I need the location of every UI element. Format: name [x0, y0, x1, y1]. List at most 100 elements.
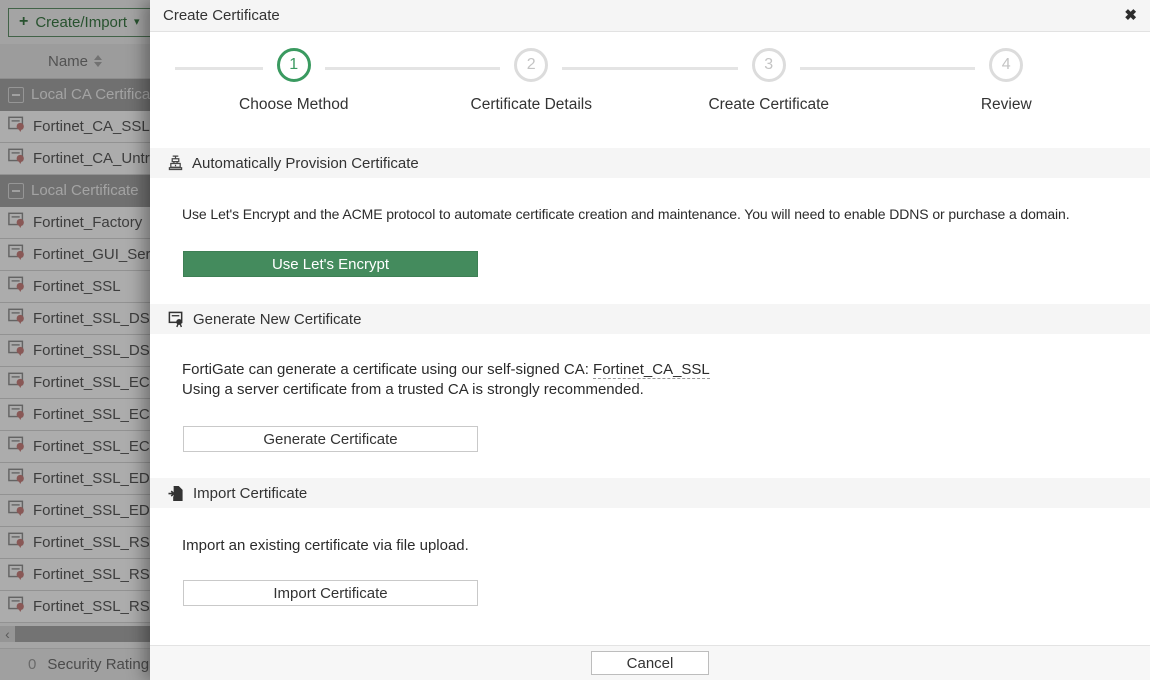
list-item-label: Fortinet_CA_Untrusted	[33, 150, 150, 167]
list-item[interactable]: Fortinet_CA_Untrusted	[0, 143, 150, 175]
list-item[interactable]: Fortinet_SSL_ECDSA256	[0, 367, 150, 399]
step-number: 3	[764, 56, 773, 74]
list-item-label: Local Certificate	[31, 182, 139, 199]
ca-name-link[interactable]: Fortinet_CA_SSL	[593, 361, 710, 379]
step-label: Create Certificate	[708, 96, 829, 114]
certificate-table-panel: + Create/Import ▾ Name Local CA Certific…	[0, 0, 150, 680]
import-section-header: Import Certificate	[150, 478, 1150, 508]
list-item-label: Fortinet_SSL_ECDSA384	[33, 406, 150, 423]
list-item[interactable]: Fortinet_SSL_ED448	[0, 463, 150, 495]
list-item-label: Fortinet_SSL_ED25519	[33, 502, 150, 519]
create-certificate-dialog: Create Certificate ✖ 1 Choose Method 2 C…	[150, 0, 1150, 680]
generate-description: FortiGate can generate a certificate usi…	[182, 360, 1136, 400]
sort-icon	[94, 55, 102, 67]
dialog-header: Create Certificate ✖	[150, 0, 1150, 32]
list-item-label: Fortinet_SSL_RSA1024	[33, 534, 150, 551]
step-circle: 1	[277, 48, 311, 82]
list-item[interactable]: Local CA Certificate	[0, 79, 150, 111]
list-item-label: Fortinet_SSL_ECDSA256	[33, 374, 150, 391]
list-item[interactable]: Fortinet_SSL_RSA1024	[0, 527, 150, 559]
import-heading: Import Certificate	[193, 485, 307, 502]
wizard-step: 3 Create Certificate	[650, 48, 888, 114]
import-certificate-button[interactable]: Import Certificate	[183, 580, 478, 606]
dialog-footer: Cancel	[150, 645, 1150, 680]
certificate-icon	[8, 404, 26, 425]
certificate-icon	[8, 596, 26, 617]
list-item-label: Fortinet_CA_SSL	[33, 118, 150, 135]
list-item[interactable]: Fortinet_SSL_ED25519	[0, 495, 150, 527]
list-item-label: Fortinet_Factory	[33, 214, 142, 231]
list-item[interactable]: Fortinet_GUI_Server	[0, 239, 150, 271]
wizard-stepper: 1 Choose Method 2 Certificate Details 3 …	[150, 32, 1150, 114]
horizontal-scrollbar: ‹	[0, 626, 150, 642]
list-item-label: Fortinet_SSL_ED448	[33, 470, 150, 487]
import-description: Import an existing certificate via file …	[182, 536, 1136, 556]
dialog-title: Create Certificate	[163, 7, 280, 24]
step-number: 1	[289, 56, 298, 74]
certificate-icon	[8, 148, 26, 169]
generate-certificate-button[interactable]: Generate Certificate	[183, 426, 478, 452]
certificate-icon	[8, 468, 26, 489]
list-item[interactable]: Fortinet_CA_SSL	[0, 111, 150, 143]
certificate-icon	[8, 564, 26, 585]
use-lets-encrypt-button[interactable]: Use Let's Encrypt	[183, 251, 478, 277]
import-certificate-icon	[168, 485, 184, 502]
certificate-icon	[8, 244, 26, 265]
name-column-header[interactable]: Name	[0, 44, 150, 79]
list-item[interactable]: Fortinet_SSL_ECDSA521	[0, 431, 150, 463]
list-item-label: Fortinet_GUI_Server	[33, 246, 150, 263]
step-label: Certificate Details	[471, 96, 592, 114]
list-item[interactable]: Local Certificate	[0, 175, 150, 207]
list-item[interactable]: Fortinet_SSL	[0, 271, 150, 303]
security-rating-count: 0	[28, 656, 36, 673]
list-item[interactable]: Fortinet_SSL_DSA2048	[0, 335, 150, 367]
list-item-label: Fortinet_SSL_DSA1024	[33, 310, 150, 327]
list-item[interactable]: Fortinet_Factory	[0, 207, 150, 239]
generate-section-header: Generate New Certificate	[150, 304, 1150, 334]
name-column-label: Name	[48, 53, 88, 70]
step-number: 2	[527, 56, 536, 74]
generate-description-line2: Using a server certificate from a truste…	[182, 381, 644, 398]
create-import-label: Create/Import	[35, 14, 127, 31]
list-item-label: Fortinet_SSL_RSA4096	[33, 598, 150, 615]
certificate-icon	[8, 340, 26, 361]
wizard-step: 4 Review	[888, 48, 1126, 114]
wizard-step: 2 Certificate Details	[413, 48, 651, 114]
chevron-down-icon: ▾	[134, 17, 140, 28]
list-item-label: Fortinet_SSL_ECDSA521	[33, 438, 150, 455]
certificate-icon	[8, 532, 26, 553]
step-circle: 4	[989, 48, 1023, 82]
generate-heading: Generate New Certificate	[193, 311, 361, 328]
auto-provision-icon	[168, 155, 183, 171]
list-item-label: Fortinet_SSL_RSA2048	[33, 566, 150, 583]
certificate-icon	[8, 436, 26, 457]
plus-icon: +	[19, 14, 28, 30]
scroll-left-arrow[interactable]: ‹	[0, 626, 15, 642]
auto-provision-description: Use Let's Encrypt and the ACME protocol …	[182, 204, 1136, 224]
certificate-icon	[8, 500, 26, 521]
certificate-icon	[8, 276, 26, 297]
list-item[interactable]: Fortinet_SSL_DSA1024	[0, 303, 150, 335]
collapse-minus-icon[interactable]	[8, 183, 24, 199]
close-icon[interactable]: ✖	[1124, 8, 1137, 23]
certificate-icon	[8, 308, 26, 329]
create-import-button[interactable]: + Create/Import ▾	[8, 8, 150, 37]
step-label: Review	[981, 96, 1032, 114]
generate-certificate-icon	[168, 311, 184, 328]
certificate-icon	[8, 116, 26, 137]
step-number: 4	[1002, 56, 1011, 74]
list-item[interactable]: Fortinet_SSL_RSA2048	[0, 559, 150, 591]
auto-provision-heading: Automatically Provision Certificate	[192, 155, 419, 172]
security-rating-label: Security Rating Issues	[47, 656, 150, 673]
step-circle: 2	[514, 48, 548, 82]
cancel-button[interactable]: Cancel	[591, 651, 709, 675]
security-rating-status[interactable]: 0 Security Rating Issues	[0, 648, 150, 680]
list-item-label: Fortinet_SSL_DSA2048	[33, 342, 150, 359]
collapse-minus-icon[interactable]	[8, 87, 24, 103]
certificate-list: Local CA Certificate Fortinet_CA_SSL	[0, 79, 150, 623]
list-item[interactable]: Fortinet_SSL_ECDSA384	[0, 399, 150, 431]
scrollbar-thumb[interactable]	[15, 626, 150, 642]
list-item-label: Local CA Certificate	[31, 86, 150, 103]
step-label: Choose Method	[239, 96, 348, 114]
list-item[interactable]: Fortinet_SSL_RSA4096	[0, 591, 150, 623]
